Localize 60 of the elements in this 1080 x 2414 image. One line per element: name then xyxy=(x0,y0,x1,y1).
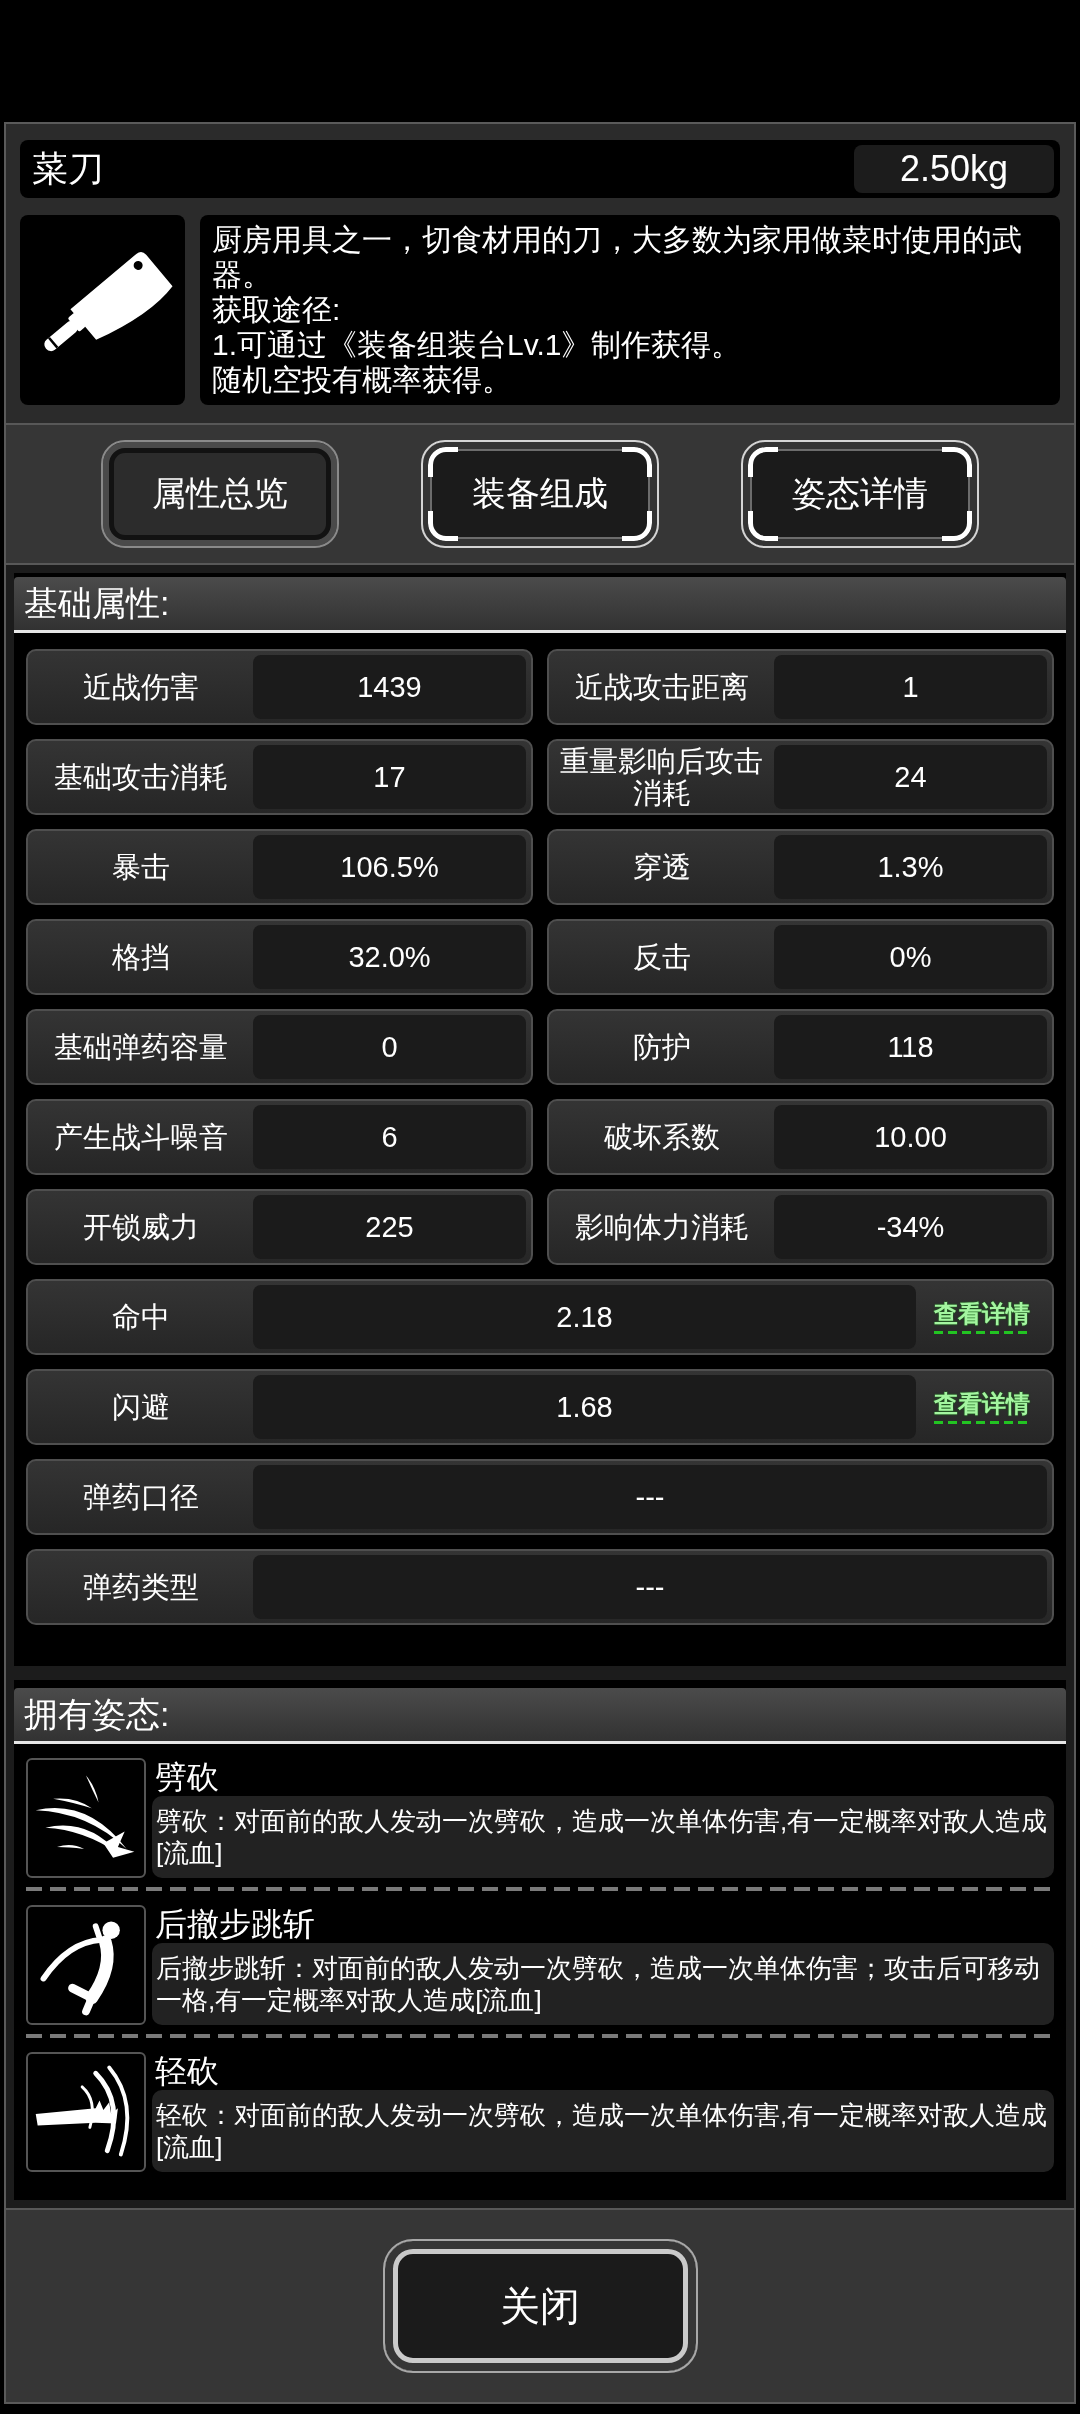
stat-label: 产生战斗噪音 xyxy=(53,1121,228,1153)
stance-name: 后撤步跳斩 xyxy=(154,1905,315,1943)
stat-value: 1439 xyxy=(253,655,526,719)
stat-value: -34% xyxy=(774,1195,1047,1259)
stat-value: 17 xyxy=(253,745,526,809)
stat-value: 0% xyxy=(774,925,1047,989)
description-line: 1.可通过《装备组装台Lv.1》制作获得。 xyxy=(212,327,743,362)
stat-value: 1 xyxy=(774,655,1047,719)
cleaver-icon xyxy=(20,215,185,405)
blade-arcs-icon xyxy=(26,2052,146,2172)
details-link[interactable]: 查看详情 xyxy=(933,1300,1030,1334)
item-name: 菜刀 xyxy=(32,147,104,191)
stat-value: 118 xyxy=(774,1015,1047,1079)
stat-label: 基础弹药容量 xyxy=(53,1031,228,1063)
stat-label: 暴击 xyxy=(111,851,170,883)
stance-name: 轻砍 xyxy=(154,2052,219,2090)
stat-value: 24 xyxy=(774,745,1047,809)
stance-description: 轻砍：对面前的敌人发动一次劈砍，造成一次单体伤害,有一定概率对敌人造成[流血] xyxy=(152,2090,1054,2172)
close-button[interactable]: 关闭 xyxy=(382,2239,698,2373)
stat-label: 近战攻击距离 xyxy=(574,671,749,703)
stat-value: 10.00 xyxy=(774,1105,1047,1169)
stance-description: 劈砍：对面前的敌人发动一次劈砍，造成一次单体伤害,有一定概率对敌人造成[流血] xyxy=(152,1796,1054,1878)
stat-value: 6 xyxy=(253,1105,526,1169)
tab[interactable]: 属性总览 xyxy=(101,440,339,548)
stat-value: 1.68 xyxy=(253,1375,916,1439)
leaping-figure-icon xyxy=(26,1905,146,2025)
stat-label: 近战伤害 xyxy=(82,671,199,703)
description-line: 随机空投有概率获得。 xyxy=(212,362,513,397)
stat-label: 命中 xyxy=(111,1301,170,1333)
stat-value: 2.18 xyxy=(253,1285,916,1349)
stat-label: 反击 xyxy=(632,941,691,973)
section-header: 基础属性: xyxy=(14,577,1066,633)
description-line: 厨房用具之一，切食材用的刀，大多数为家用做菜时使用的武器。 xyxy=(212,222,1023,292)
stance-description: 后撤步跳斩：对面前的敌人发动一次劈砍，造成一次单体伤害；攻击后可移动一格,有一定概率对敌人造成[流血] xyxy=(152,1943,1054,2025)
description-line: 获取途径: xyxy=(212,292,342,327)
stat-value: --- xyxy=(253,1465,1047,1529)
tab[interactable]: 姿态详情 xyxy=(741,440,979,548)
section-header: 拥有姿态: xyxy=(14,1688,1066,1744)
stat-value: 0 xyxy=(253,1015,526,1079)
tab[interactable]: 装备组成 xyxy=(421,440,659,548)
stat-value: 225 xyxy=(253,1195,526,1259)
stat-value: --- xyxy=(253,1555,1047,1619)
stat-label: 闪避 xyxy=(111,1391,170,1423)
stat-label: 穿透 xyxy=(632,851,691,883)
stat-label: 重量影响后攻击消耗 xyxy=(559,745,764,809)
stat-label: 影响体力消耗 xyxy=(574,1211,749,1243)
stat-label: 格挡 xyxy=(111,941,170,973)
stat-label: 防护 xyxy=(632,1031,691,1063)
stat-label: 弹药类型 xyxy=(82,1571,199,1603)
stat-value: 1.3% xyxy=(774,835,1047,899)
stat-value: 106.5% xyxy=(253,835,526,899)
stat-label: 基础攻击消耗 xyxy=(53,761,228,793)
details-link[interactable]: 查看详情 xyxy=(933,1390,1030,1424)
stat-label: 弹药口径 xyxy=(82,1481,199,1513)
stat-value: 32.0% xyxy=(253,925,526,989)
stance-name: 劈砍 xyxy=(154,1758,219,1796)
stat-label: 破坏系数 xyxy=(603,1121,720,1153)
weight-value: 2.50kg xyxy=(854,145,1054,193)
slash-streaks-icon xyxy=(26,1758,146,1878)
stat-label: 开锁威力 xyxy=(82,1211,199,1243)
